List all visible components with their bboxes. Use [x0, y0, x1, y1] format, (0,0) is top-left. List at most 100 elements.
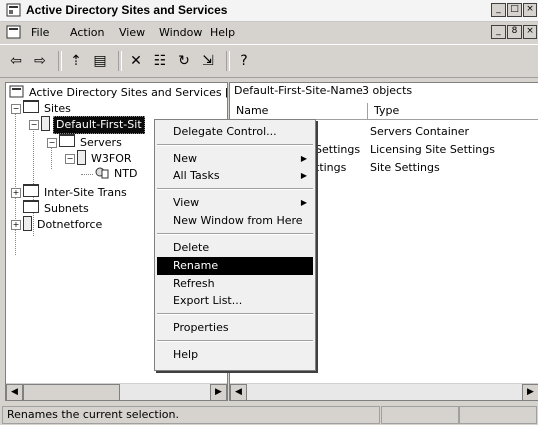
ctx-all-tasks[interactable]: All Tasks ▶	[157, 167, 313, 185]
ctx-help[interactable]: Help	[157, 346, 313, 364]
collapse-default-site[interactable]: −	[29, 120, 39, 130]
export-list-icon[interactable]: ⇲	[198, 51, 218, 71]
tree-root[interactable]: Active Directory Sites and Services [w	[9, 85, 228, 101]
column-header-type[interactable]: Type	[368, 103, 538, 120]
row-type: Site Settings	[370, 161, 440, 174]
ctx-label: Rename	[173, 259, 219, 272]
details-header: Default-First-Site-Name 3 objects	[230, 83, 538, 99]
title-bar[interactable]: Active Directory Sites and Services _ □ …	[0, 0, 538, 22]
help-icon[interactable]: ?	[234, 51, 254, 71]
forward-icon[interactable]: ⇨	[30, 51, 50, 71]
mmc-window: Active Directory Sites and Services _ □ …	[0, 0, 538, 425]
ctx-new[interactable]: New ▶	[157, 150, 313, 168]
ctx-export-list[interactable]: Export List...	[157, 292, 313, 310]
ctx-new-window[interactable]: New Window from Here	[157, 212, 313, 230]
ctx-delete[interactable]: Delete	[157, 239, 313, 257]
submenu-arrow-icon: ▶	[300, 154, 307, 163]
toolbar-separator	[118, 51, 122, 71]
row-name[interactable]: ttings	[315, 161, 346, 174]
submenu-arrow-icon: ▶	[300, 198, 307, 207]
expand-inter-site[interactable]: +	[11, 188, 21, 198]
menu-file[interactable]: File	[31, 26, 49, 39]
status-text: Renames the current selection.	[2, 406, 380, 424]
tree-w3for[interactable]: W3FOR	[77, 150, 134, 166]
toolbar-separator	[226, 51, 230, 71]
child-close-button[interactable]: ×	[523, 25, 537, 39]
ctx-properties[interactable]: Properties	[157, 319, 313, 337]
details-location: Default-First-Site-Name	[234, 84, 363, 97]
child-restore-button[interactable]: 8	[507, 25, 522, 39]
tree-subnets-label: Subnets	[44, 202, 89, 215]
ntds-settings-icon	[95, 167, 109, 179]
ctx-view[interactable]: View ▶	[157, 194, 313, 212]
collapse-sites[interactable]: −	[11, 104, 21, 114]
status-bar: Renames the current selection.	[0, 404, 538, 425]
scroll-thumb[interactable]	[23, 384, 120, 400]
up-level-icon[interactable]: ⇡	[66, 51, 86, 71]
tree-w3for-label: W3FOR	[91, 152, 132, 165]
tree-servers-label: Servers	[80, 136, 122, 149]
window-title: Active Directory Sites and Services	[26, 3, 228, 17]
tree-ntds-label: NTD	[114, 167, 138, 180]
tree-servers[interactable]: Servers	[59, 134, 124, 150]
folder-icon	[23, 200, 39, 213]
site-icon	[41, 116, 50, 131]
minimize-button[interactable]: _	[491, 3, 506, 17]
ctx-label: New Window from Here	[173, 214, 303, 227]
collapse-w3for[interactable]: −	[65, 154, 75, 164]
column-header-name[interactable]: Name	[230, 103, 368, 120]
ctx-label: Export List...	[173, 294, 243, 307]
tree-default-site[interactable]: Default-First-Sit	[41, 116, 145, 134]
ctx-separator	[157, 313, 313, 315]
status-pane	[459, 406, 537, 424]
expand-dotnetforce[interactable]: +	[11, 220, 21, 230]
menu-bar: File Action View Window Help _ 8 ×	[0, 22, 538, 42]
menu-window[interactable]: Window	[159, 26, 202, 39]
site-icon	[23, 216, 32, 231]
ctx-label: Refresh	[173, 277, 215, 290]
ctx-label: Delegate Control...	[173, 125, 277, 138]
refresh-icon[interactable]: ↻	[174, 51, 194, 71]
maximize-button[interactable]: □	[507, 3, 522, 17]
ctx-rename[interactable]: Rename	[157, 257, 313, 275]
scroll-right-icon[interactable]: ▶	[522, 384, 538, 400]
system-menu-icon[interactable]	[6, 25, 21, 39]
ctx-label: Help	[173, 348, 199, 361]
ctx-refresh[interactable]: Refresh	[157, 275, 313, 293]
tree-subnets[interactable]: Subnets	[23, 200, 91, 216]
row-type: Licensing Site Settings	[370, 143, 495, 156]
ctx-delegate-control[interactable]: Delegate Control...	[157, 123, 313, 141]
row-name[interactable]: Settings	[315, 143, 360, 156]
scroll-right-icon[interactable]: ▶	[210, 384, 227, 400]
delete-icon[interactable]: ✕	[126, 51, 146, 71]
folder-icon	[23, 100, 39, 113]
child-minimize-button[interactable]: _	[491, 25, 506, 39]
ctx-separator	[157, 233, 313, 235]
details-horizontal-scrollbar[interactable]: ◀ ▶	[230, 383, 538, 400]
submenu-arrow-icon: ▶	[300, 171, 307, 180]
sites-services-icon	[9, 85, 24, 98]
properties-icon[interactable]: ☷	[150, 51, 170, 71]
back-icon[interactable]: ⇦	[6, 51, 26, 71]
menu-action[interactable]: Action	[70, 26, 104, 39]
scroll-left-icon[interactable]: ◀	[230, 384, 247, 400]
scroll-left-icon[interactable]: ◀	[6, 384, 23, 400]
tree-connector	[81, 174, 93, 175]
menu-help[interactable]: Help	[210, 26, 235, 39]
menu-view[interactable]: View	[119, 26, 145, 39]
ctx-label: View	[173, 196, 200, 209]
close-button[interactable]: ×	[523, 3, 537, 17]
tree-dotnetforce[interactable]: Dotnetforce	[23, 216, 104, 232]
folder-icon	[59, 134, 75, 147]
ctx-label: Properties	[173, 321, 229, 334]
tree-horizontal-scrollbar[interactable]: ◀ ▶	[6, 383, 227, 400]
toolbar: ⇦ ⇨ ⇡ ▤ ✕ ☷ ↻ ⇲ ?	[0, 44, 538, 78]
tree-inter-site-label: Inter-Site Trans	[44, 186, 127, 199]
tree-inter-site[interactable]: Inter-Site Trans	[23, 184, 129, 200]
tree-sites[interactable]: Sites	[23, 100, 73, 116]
tree-sites-label: Sites	[44, 102, 71, 115]
show-hide-tree-icon[interactable]: ▤	[90, 51, 110, 71]
tree-root-label: Active Directory Sites and Services [w	[29, 86, 228, 99]
tree-ntds[interactable]: NTD	[95, 166, 139, 182]
collapse-servers[interactable]: −	[47, 138, 57, 148]
